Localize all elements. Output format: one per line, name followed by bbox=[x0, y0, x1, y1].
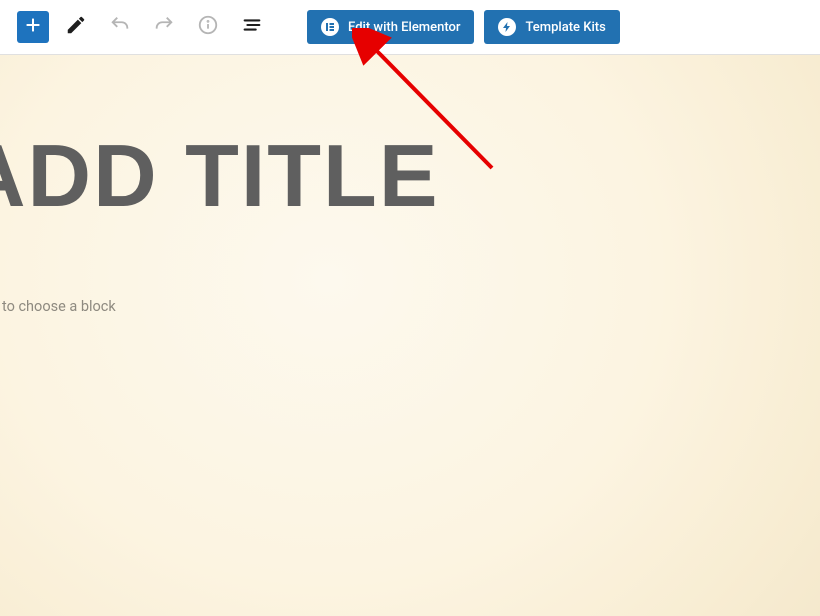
add-block-button[interactable] bbox=[17, 11, 49, 43]
elementor-icon bbox=[321, 18, 339, 36]
info-icon bbox=[197, 14, 219, 40]
edit-with-elementor-button[interactable]: Edit with Elementor bbox=[307, 10, 474, 44]
template-kits-button-label: Template Kits bbox=[525, 20, 605, 35]
block-placeholder-hint: to choose a block bbox=[2, 298, 116, 315]
template-kits-button[interactable]: Template Kits bbox=[484, 10, 619, 44]
redo-icon bbox=[153, 14, 175, 40]
post-title-input[interactable]: ADD TITLE bbox=[0, 125, 440, 227]
elementor-button-label: Edit with Elementor bbox=[348, 20, 460, 35]
undo-icon bbox=[109, 14, 131, 40]
pencil-icon bbox=[65, 14, 87, 40]
info-button[interactable] bbox=[191, 10, 225, 44]
outline-icon bbox=[241, 14, 263, 40]
redo-button[interactable] bbox=[147, 10, 181, 44]
outline-button[interactable] bbox=[235, 10, 269, 44]
bolt-icon bbox=[498, 18, 516, 36]
editor-canvas[interactable]: ADD TITLE to choose a block bbox=[0, 55, 820, 616]
edit-tool-button[interactable] bbox=[59, 10, 93, 44]
editor-toolbar: Edit with Elementor Template Kits bbox=[0, 0, 820, 55]
undo-button[interactable] bbox=[103, 10, 137, 44]
plus-icon bbox=[22, 14, 44, 40]
